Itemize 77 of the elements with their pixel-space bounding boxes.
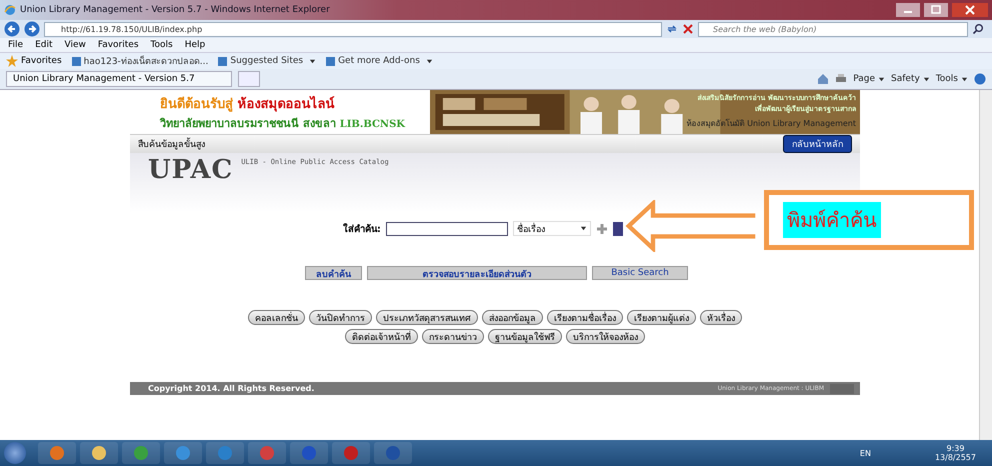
- caret-icon: [309, 58, 316, 64]
- menu-item[interactable]: Help: [184, 40, 206, 50]
- taskbar-app-icon[interactable]: [374, 442, 412, 464]
- clock-time: 9:39: [946, 444, 964, 453]
- command-menu[interactable]: Tools: [936, 74, 968, 84]
- library-text: ห้องสมุดออนไลน์: [238, 96, 335, 112]
- favorites-link[interactable]: Suggested Sites: [218, 56, 316, 66]
- action-button[interactable]: ตรวจสอบรายละเอียดส่วนตัว: [367, 266, 587, 280]
- home-icon[interactable]: [817, 73, 830, 85]
- action-button[interactable]: ลบคำค้น: [305, 266, 362, 280]
- search-term-field[interactable]: [386, 222, 508, 236]
- stop-icon[interactable]: [682, 23, 694, 35]
- language-indicator[interactable]: EN: [860, 448, 871, 458]
- home-button[interactable]: กลับหน้าหลัก: [783, 135, 852, 153]
- copyright-text: Copyright 2014. All Rights Reserved.: [147, 384, 314, 393]
- caret-icon: [961, 76, 968, 82]
- callout-text: พิมพ์คำค้น: [783, 202, 881, 238]
- link-button[interactable]: ประเภทวัสดุสารสนเทศ: [376, 310, 478, 325]
- menu-item[interactable]: View: [64, 40, 86, 50]
- scrollbar[interactable]: [979, 90, 992, 440]
- favorites-button[interactable]: Favorites: [6, 55, 62, 67]
- star-icon: [6, 55, 18, 67]
- library-code: LIB.BCNSK: [340, 118, 405, 130]
- welcome-text: ยินดีต้อนรับสู่: [160, 96, 233, 112]
- browser-icon: [4, 4, 16, 16]
- search-field[interactable]: Search the web (Babylon): [698, 22, 968, 36]
- link-button[interactable]: ส่งออกข้อมูล: [482, 310, 543, 325]
- caret-icon: [580, 225, 587, 232]
- menu-item[interactable]: Tools: [150, 40, 173, 50]
- page-heading: สืบค้นข้อมูลขั้นสูง: [138, 137, 205, 151]
- command-menu[interactable]: Page: [853, 74, 886, 84]
- link-button[interactable]: เรียงตามผู้แต่ง: [627, 310, 696, 325]
- link-button[interactable]: ฐานข้อมูลใช้ฟรี: [488, 329, 562, 344]
- refresh-icon[interactable]: [666, 23, 678, 35]
- clock-date: 13/8/2557: [934, 453, 976, 462]
- close-button[interactable]: [952, 3, 988, 17]
- menu-item[interactable]: Favorites: [98, 40, 139, 50]
- browser-tab[interactable]: Union Library Management - Version 5.7: [6, 71, 232, 87]
- action-button[interactable]: Basic Search: [592, 266, 688, 280]
- minimize-button[interactable]: [896, 3, 920, 17]
- favorites-link[interactable]: hao123-ท่องเน็ตสะดวกปลอด...: [72, 54, 208, 68]
- link-button[interactable]: หัวเรื่อง: [700, 310, 742, 325]
- search-icon[interactable]: [972, 23, 984, 35]
- plus-icon[interactable]: [596, 222, 608, 234]
- taskbar-app-icon[interactable]: [206, 442, 244, 464]
- window-title: Union Library Management - Version 5.7 - Windows Internet Explorer: [20, 5, 330, 15]
- forward-button[interactable]: [24, 21, 40, 37]
- favorites-link[interactable]: Get more Add-ons: [326, 56, 433, 66]
- system-name: ห้องสมุดอัตโนมัติ Union Library Management: [686, 118, 856, 130]
- print-icon[interactable]: [835, 73, 848, 85]
- taskbar-app-icon[interactable]: [38, 442, 76, 464]
- address-field[interactable]: http://61.19.78.150/ULIB/index.php: [44, 22, 662, 36]
- back-button[interactable]: [4, 21, 20, 37]
- link-button[interactable]: เรียงตามชื่อเรื่อง: [547, 310, 623, 325]
- new-tab-button[interactable]: [238, 71, 260, 87]
- search-label: ใส่คำค้น:: [343, 222, 381, 236]
- maximize-button[interactable]: [924, 3, 948, 17]
- caret-icon: [922, 76, 930, 82]
- menu-item[interactable]: File: [8, 40, 24, 50]
- taskbar-app-icon[interactable]: [122, 442, 160, 464]
- taskbar-app-icon[interactable]: [80, 442, 118, 464]
- menu-item[interactable]: Edit: [35, 40, 52, 50]
- taskbar-app-icon[interactable]: [164, 442, 202, 464]
- college-name: วิทยาลัยพยาบาลบรมราชชนนี สงขลา: [160, 116, 336, 130]
- help-icon[interactable]: [974, 73, 986, 85]
- link-button[interactable]: กระดานข่าว: [422, 329, 484, 344]
- link-button[interactable]: วันปิดทำการ: [309, 310, 372, 325]
- start-button[interactable]: [4, 442, 26, 464]
- link-button[interactable]: บริการให้จองห้อง: [566, 329, 645, 344]
- caret-icon: [426, 58, 433, 64]
- caret-icon: [878, 76, 886, 82]
- search-button[interactable]: [612, 222, 623, 236]
- link-button[interactable]: คอลเลกชั่น: [248, 310, 305, 325]
- link-button[interactable]: ติดต่อเจ้าหน้าที่: [345, 329, 418, 344]
- upac-logo: UPAC: [148, 155, 234, 185]
- field-select[interactable]: ชื่อเรื่อง: [512, 221, 591, 236]
- command-menu[interactable]: Safety: [891, 74, 930, 84]
